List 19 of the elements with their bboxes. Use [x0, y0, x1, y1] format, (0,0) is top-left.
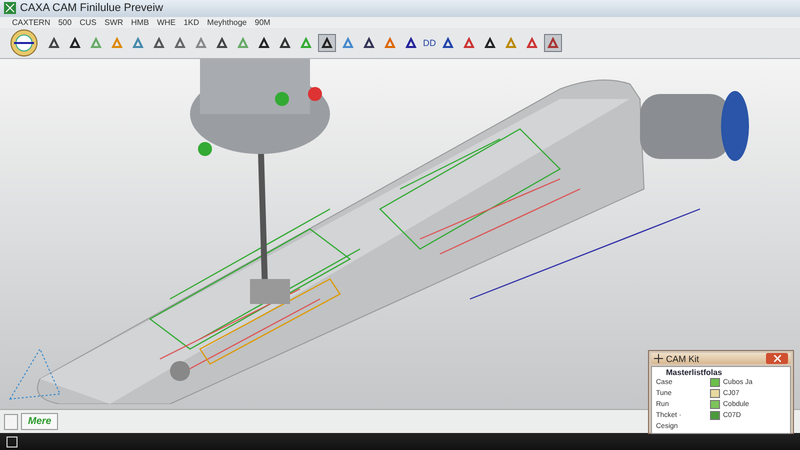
toolbar-label: DD [423, 38, 436, 48]
tool-button[interactable] [318, 34, 336, 52]
menu-item[interactable]: 1KD [184, 18, 200, 27]
axis-triad-icon [9, 348, 61, 400]
window-title: CAXA CAM Finilulue Preveiw [20, 2, 164, 14]
menu-item[interactable]: 90M [254, 18, 270, 27]
taskbar-icon[interactable] [6, 436, 18, 448]
menu-item[interactable]: 500 [58, 18, 72, 27]
panel-title: CAM Kit [666, 354, 700, 364]
menu-item[interactable]: WHE [156, 18, 176, 27]
menu-item[interactable]: SWR [104, 18, 124, 27]
close-button[interactable] [766, 353, 788, 364]
menu-item[interactable]: CAXTERN [12, 18, 50, 27]
menu-item[interactable]: HMB [131, 18, 149, 27]
close-icon [774, 355, 780, 362]
app-icon [4, 2, 16, 14]
list-header: Masterlistfolas [665, 368, 723, 377]
menu-item[interactable]: CUS [80, 18, 96, 27]
menu-item[interactable]: Meyhthoge [207, 18, 247, 27]
